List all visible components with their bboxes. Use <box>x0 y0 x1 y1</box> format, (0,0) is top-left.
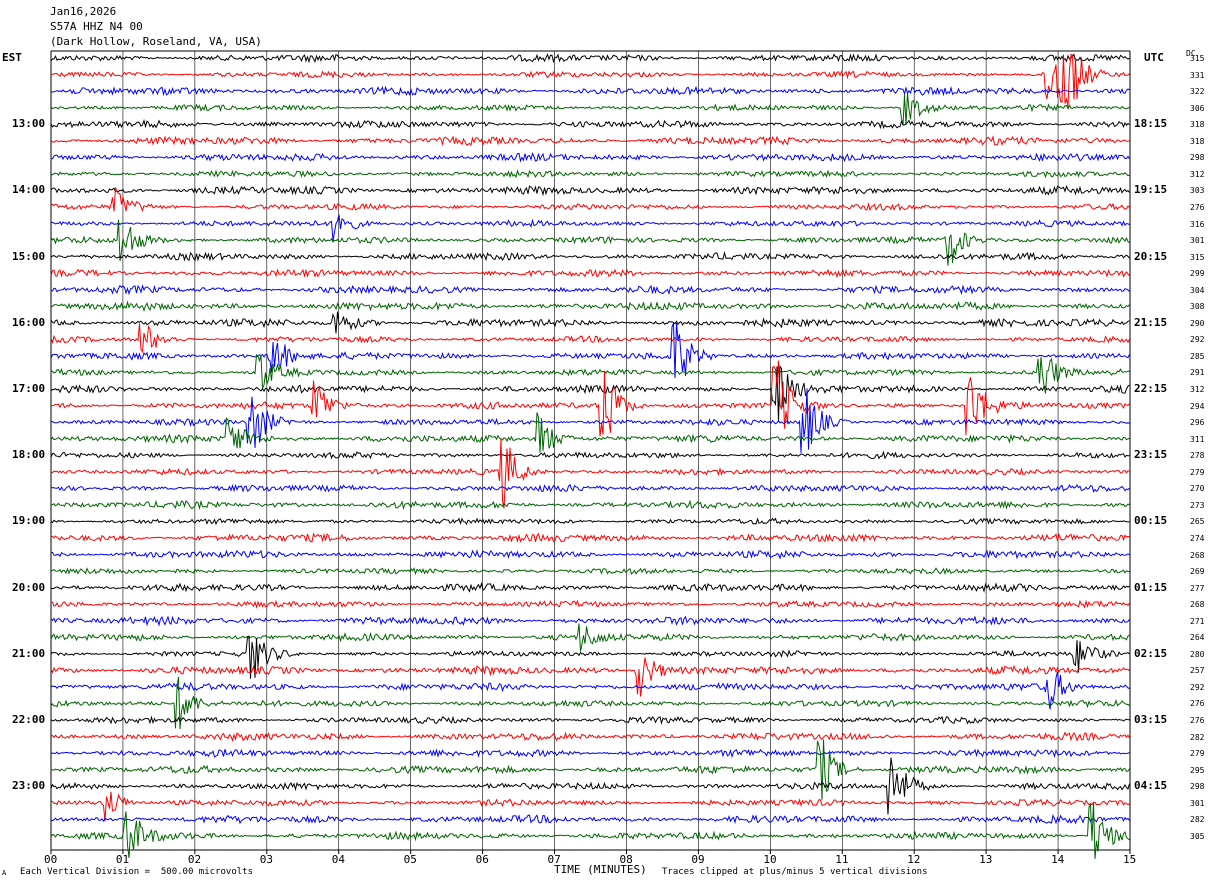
seismic-trace <box>50 517 1130 526</box>
scale-note: Each Vertical Division = 500.00 microvol… <box>20 867 253 877</box>
seismic-trace <box>50 739 1130 800</box>
seismic-trace <box>50 93 1130 126</box>
x-axis-label: TIME (MINUTES) <box>554 863 647 876</box>
seismic-trace <box>50 169 1130 179</box>
seismic-trace <box>50 323 1130 354</box>
seismic-trace <box>50 268 1130 279</box>
seismic-trace <box>50 599 1130 609</box>
seismic-trace <box>50 53 1130 107</box>
seismic-trace <box>50 412 1130 453</box>
seismic-trace <box>50 152 1130 163</box>
seismic-trace <box>50 499 1130 510</box>
seismic-trace <box>50 567 1130 576</box>
seismic-trace <box>50 135 1130 147</box>
seismic-trace <box>50 483 1130 493</box>
seismic-trace <box>50 322 1130 379</box>
seismic-trace <box>50 715 1130 725</box>
seismic-trace <box>50 581 1130 593</box>
seismic-trace <box>50 184 1130 197</box>
seismic-trace <box>50 623 1130 652</box>
seismic-trace <box>50 450 1130 460</box>
seismic-trace <box>50 311 1130 334</box>
seismic-trace <box>50 532 1130 543</box>
seismic-trace <box>50 731 1130 743</box>
seismic-trace <box>50 549 1130 560</box>
seismic-trace <box>50 748 1130 759</box>
seismic-trace <box>50 53 1130 64</box>
seismic-trace <box>50 635 1130 679</box>
seismic-trace <box>51 438 1130 509</box>
seismic-trace <box>50 657 1130 697</box>
clip-note: Traces clipped at plus/minus 5 vertical … <box>662 867 928 877</box>
seismic-trace <box>50 214 1130 241</box>
seismic-trace <box>50 85 1130 97</box>
corner-mark: A <box>2 869 7 877</box>
seismic-trace <box>50 250 1130 262</box>
seismic-trace <box>50 118 1130 130</box>
seismic-trace <box>50 615 1130 627</box>
seismic-trace <box>50 813 1130 825</box>
seismic-trace <box>50 284 1130 296</box>
seismogram-plot <box>50 50 1131 859</box>
seismic-trace <box>50 300 1130 312</box>
seismic-trace <box>50 757 1130 815</box>
